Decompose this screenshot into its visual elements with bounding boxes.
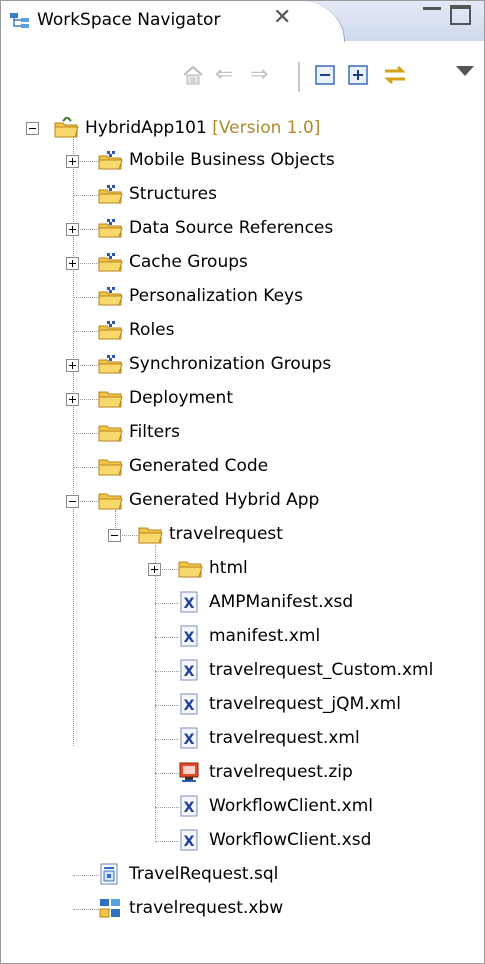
tree-guide-line [73, 331, 99, 332]
structures-folder-icon [98, 185, 123, 204]
sql-file-icon [100, 863, 118, 885]
expand-all-icon[interactable] [347, 64, 369, 86]
tree-node-label: Roles [129, 320, 175, 340]
folder-open-icon [98, 493, 123, 510]
tree-guide-line [73, 909, 99, 910]
workspace-navigator-tab[interactable]: WorkSpace Navigator ✕ [1, 1, 345, 42]
svg-text:X: X [184, 732, 195, 748]
panel-title: WorkSpace Navigator [37, 10, 221, 30]
zip-archive-icon [179, 762, 199, 782]
tree-guide-line [155, 603, 179, 604]
tree-node-label: Structures [129, 184, 217, 204]
collapse-toggle[interactable] [108, 529, 121, 542]
svg-text:X: X [184, 834, 195, 850]
expand-toggle[interactable] [66, 223, 79, 236]
xml-file-icon: X [180, 727, 198, 749]
tree-guide-line [155, 545, 156, 839]
tree-guide-line [155, 671, 179, 672]
tree-node-label: AMPManifest.xsd [209, 592, 354, 612]
sync-folder-icon [98, 355, 123, 374]
svg-text:X: X [184, 630, 195, 646]
link-with-editor-icon[interactable] [382, 64, 408, 86]
svg-text:X: X [184, 698, 195, 714]
datasource-folder-icon [98, 219, 123, 238]
xml-file-icon: X [180, 829, 198, 851]
tree-node-label: WorkflowClient.xml [209, 796, 374, 816]
svg-text:X: X [184, 664, 195, 680]
tree-node-label: Deployment [129, 388, 233, 408]
svg-text:X: X [184, 596, 195, 612]
project-folder-icon [54, 117, 79, 138]
folder-icon [98, 425, 123, 442]
xml-file-icon: X [180, 625, 198, 647]
tree-node-label: travelrequest.zip [209, 762, 353, 782]
folder-icon [178, 561, 203, 578]
toolbar-separator [298, 62, 300, 92]
tree-node-label: Filters [129, 422, 180, 442]
tree-guide-line [155, 705, 179, 706]
cache-folder-icon [98, 253, 123, 272]
roles-folder-icon [98, 321, 123, 340]
expand-toggle[interactable] [148, 563, 161, 576]
xml-file-icon: X [180, 693, 198, 715]
home-icon[interactable] [182, 64, 204, 86]
project-label: HybridApp101 [Version 1.0] [85, 118, 321, 138]
navigator-tree: HybridApp101 [Version 1.0] Mobile Busine… [1, 102, 484, 962]
maximize-icon[interactable] [450, 5, 471, 25]
tree-guide-line [73, 875, 99, 876]
workspace-navigator-panel: WorkSpace Navigator ✕ ⇐ ⇒ HybridApp101 [… [0, 0, 485, 964]
tree-guide-line [73, 433, 99, 434]
back-icon[interactable]: ⇐ [215, 64, 233, 86]
tree-node-label: html [209, 558, 248, 578]
close-icon[interactable]: ✕ [273, 6, 291, 30]
collapse-toggle[interactable] [66, 495, 79, 508]
tree-guide-line [155, 841, 179, 842]
tree-node-label: Personalization Keys [129, 286, 303, 306]
forward-icon[interactable]: ⇒ [250, 64, 268, 86]
tree-node-label: travelrequest.xml [209, 728, 360, 748]
tree-node-label: travelrequest_Custom.xml [209, 660, 434, 680]
tree-node-label: Cache Groups [129, 252, 248, 272]
tree-node-label: travelrequest [169, 524, 283, 544]
tree-guide-line [155, 637, 179, 638]
folder-icon [98, 391, 123, 408]
tree-node-label: Mobile Business Objects [129, 150, 335, 170]
tree-guide-line [73, 195, 99, 196]
navigator-toolbar: ⇐ ⇒ [1, 42, 484, 102]
expand-toggle[interactable] [66, 359, 79, 372]
tree-node-label: manifest.xml [209, 626, 321, 646]
tree-node-label: travelrequest.xbw [129, 898, 284, 918]
tree-node-label: travelrequest_jQM.xml [209, 694, 401, 714]
folder-icon [98, 459, 123, 476]
folder-open-icon [138, 527, 163, 544]
personalization-folder-icon [98, 287, 123, 306]
minimize-icon[interactable] [423, 7, 441, 10]
tree-guide-line [73, 297, 99, 298]
xml-file-icon: X [180, 795, 198, 817]
view-menu-icon[interactable] [456, 66, 474, 76]
mbo-folder-icon [98, 151, 123, 170]
workflow-file-icon [99, 899, 120, 918]
tree-guide-line [155, 739, 179, 740]
expand-toggle[interactable] [66, 257, 79, 270]
expand-toggle[interactable] [66, 155, 79, 168]
collapse-all-icon[interactable] [314, 64, 336, 86]
tree-guide-line [155, 807, 179, 808]
svg-text:X: X [184, 800, 195, 816]
tree-guide-line [155, 773, 179, 774]
navigator-icon [10, 13, 29, 28]
tree-node-label: Data Source References [129, 218, 334, 238]
tree-node-label: WorkflowClient.xsd [209, 830, 372, 850]
tree-node-label: TravelRequest.sql [129, 864, 279, 884]
tree-guide-line [73, 467, 99, 468]
expand-toggle[interactable] [66, 393, 79, 406]
tree-node-label: Generated Code [129, 456, 269, 476]
root-collapse-toggle[interactable] [26, 122, 39, 135]
tree-node-label: Generated Hybrid App [129, 490, 320, 510]
xml-file-icon: X [180, 591, 198, 613]
tree-node-label: Synchronization Groups [129, 354, 332, 374]
xml-file-icon: X [180, 659, 198, 681]
view-tab-bar: WorkSpace Navigator ✕ [1, 1, 484, 42]
